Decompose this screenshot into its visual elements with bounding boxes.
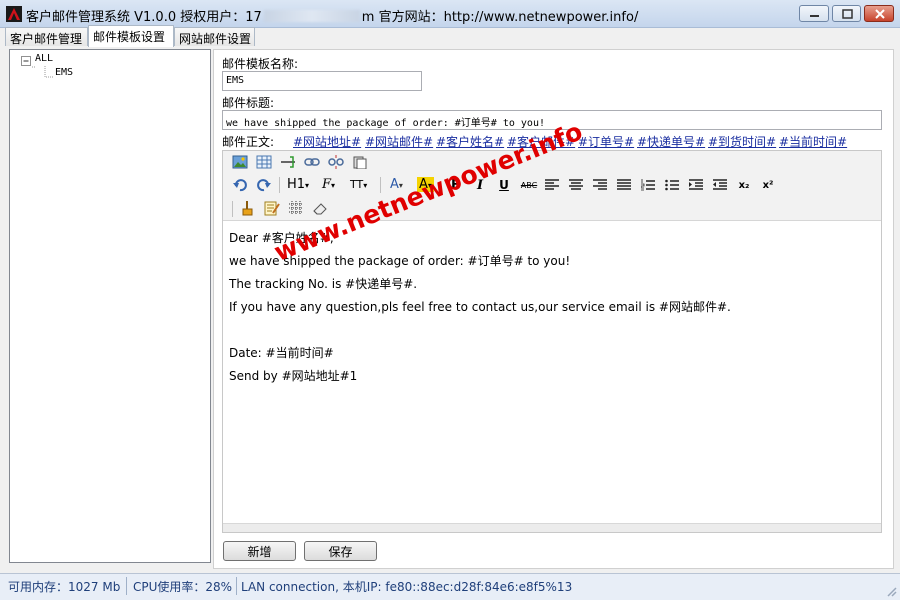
undo-icon[interactable] — [231, 176, 249, 194]
font-size-dropdown[interactable]: TT▾ — [350, 178, 367, 191]
placeholder-current-time[interactable]: #当前时间# — [779, 133, 847, 150]
window-title: 客户邮件管理系统 V1.0.0 授权用户：17 m 官方网站：http://www… — [26, 10, 639, 25]
editor-scrollbar[interactable] — [223, 523, 881, 532]
unlink-icon[interactable] — [327, 153, 345, 171]
subscript-button[interactable]: x₂ — [735, 176, 753, 194]
placeholder-site-url[interactable]: #网站地址# — [293, 133, 361, 150]
tree-node-ems[interactable]: EMS — [55, 67, 73, 78]
link-icon[interactable] — [303, 153, 321, 171]
tree-node-all[interactable]: ALL — [35, 53, 53, 64]
align-right-icon[interactable] — [591, 176, 609, 194]
template-name-label: 邮件模板名称: — [222, 57, 299, 71]
save-button[interactable]: 保存 — [304, 541, 377, 561]
placeholder-site-email[interactable]: #网站邮件# — [365, 133, 433, 150]
superscript-button[interactable]: x² — [759, 176, 777, 194]
status-network: LAN connection, 本机IP: fe80::88ec:d28f:84… — [241, 580, 573, 594]
edit-source-icon[interactable] — [263, 199, 281, 217]
add-button[interactable]: 新增 — [223, 541, 296, 561]
minimize-icon — [810, 15, 819, 17]
subject-label: 邮件标题: — [222, 96, 275, 110]
tab-email-template[interactable]: 邮件模板设置 — [88, 25, 174, 47]
align-left-icon[interactable] — [543, 176, 561, 194]
heading-dropdown[interactable]: H1▾ — [287, 177, 309, 192]
body-label: 邮件正文: — [222, 135, 275, 149]
status-memory: 可用内存：1027 Mb — [8, 580, 121, 594]
status-separator — [236, 577, 237, 595]
close-button[interactable] — [864, 5, 894, 22]
maximize-button[interactable] — [832, 5, 861, 22]
resize-grip-icon[interactable] — [884, 584, 898, 598]
template-tree — [9, 49, 211, 563]
unordered-list-icon[interactable] — [663, 176, 681, 194]
insert-table-icon[interactable] — [255, 153, 273, 171]
status-separator — [126, 577, 127, 595]
editor-line: Date: #当前时间# — [229, 346, 334, 360]
grid-icon[interactable] — [287, 199, 305, 217]
tab-customer-email[interactable]: 客户邮件管理 — [5, 27, 88, 46]
eraser-icon[interactable] — [311, 199, 329, 217]
redo-icon[interactable] — [255, 176, 273, 194]
outdent-icon[interactable] — [711, 176, 729, 194]
align-center-icon[interactable] — [567, 176, 585, 194]
close-icon — [875, 9, 885, 19]
maximize-icon — [842, 9, 853, 19]
placeholder-order-number[interactable]: #订单号# — [578, 133, 634, 150]
template-name-input[interactable]: EMS — [222, 71, 422, 91]
editor-line: Send by #网站地址#1 — [229, 369, 358, 383]
status-cpu: CPU使用率：28% — [133, 580, 233, 594]
paste-icon[interactable] — [351, 153, 369, 171]
minimize-button[interactable] — [799, 5, 829, 22]
align-justify-icon[interactable] — [615, 176, 633, 194]
editor-line: The tracking No. is #快递单号#. — [229, 277, 418, 291]
placeholder-tracking-number[interactable]: #快递单号# — [637, 133, 705, 150]
placeholder-arrival-time[interactable]: #到货时间# — [708, 133, 776, 150]
ordered-list-icon[interactable] — [639, 176, 657, 194]
strikethrough-button[interactable]: ABC — [518, 176, 540, 194]
placeholder-customer-name[interactable]: #客户姓名# — [436, 133, 504, 150]
indent-icon[interactable] — [687, 176, 705, 194]
insert-line-icon[interactable] — [279, 153, 297, 171]
tab-website-email[interactable]: 网站邮件设置 — [174, 27, 255, 46]
app-icon — [6, 6, 22, 22]
toolbar-separator — [380, 177, 381, 193]
font-family-dropdown[interactable]: F▾ — [322, 177, 335, 192]
toolbar-separator — [279, 177, 280, 193]
format-painter-icon[interactable] — [239, 199, 257, 217]
insert-image-icon[interactable] — [231, 153, 249, 171]
toolbar-separator — [232, 201, 233, 217]
editor-line: If you have any question,pls feel free t… — [229, 300, 731, 314]
